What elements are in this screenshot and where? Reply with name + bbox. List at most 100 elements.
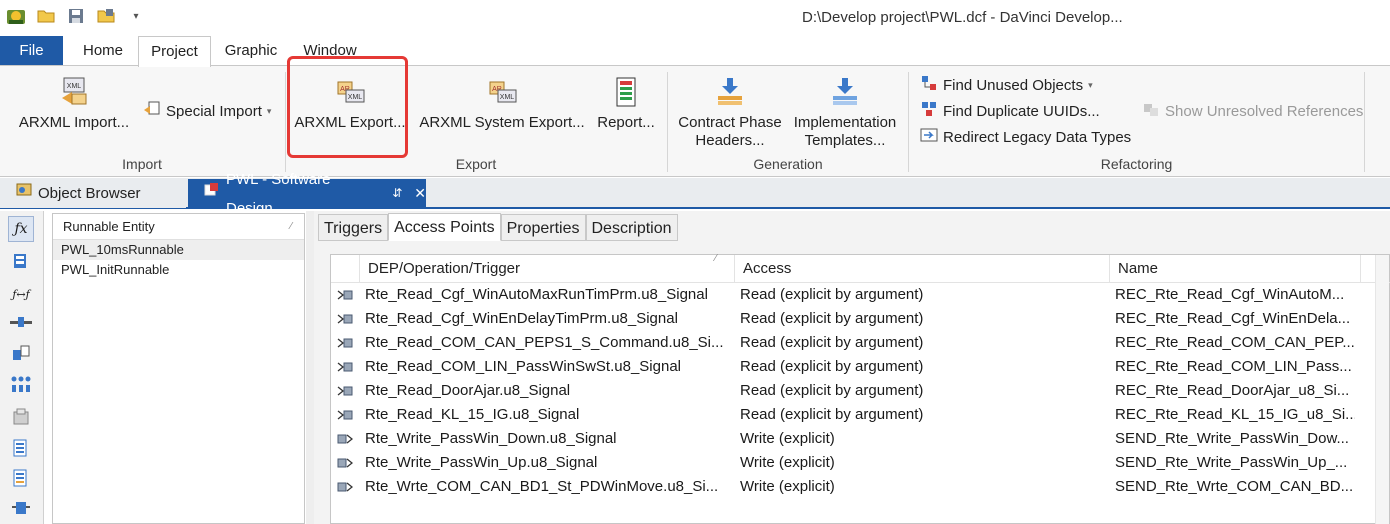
tab-project[interactable]: Project xyxy=(138,36,211,67)
sort-icon: ⁄ xyxy=(715,253,717,264)
redirect-legacy-data-types-button[interactable]: Redirect Legacy Data Types xyxy=(920,126,1131,148)
tab-object-browser[interactable]: Object Browser xyxy=(0,179,186,208)
read-port-icon xyxy=(335,331,355,355)
special-import-button[interactable]: Special Import ▾ xyxy=(143,100,271,122)
write-port-icon xyxy=(335,475,355,499)
grid-header: DEP/Operation/Trigger ⁄ Access Name xyxy=(331,253,1390,283)
package-icon[interactable] xyxy=(8,404,34,430)
generation-group-label: Generation xyxy=(753,156,823,172)
function-icon[interactable]: ƒx xyxy=(8,216,34,242)
table-row[interactable]: Rte_Write_PassWin_Down.u8_Signal Write (e… xyxy=(331,427,1390,451)
tab-properties[interactable]: Properties xyxy=(500,214,586,241)
read-port-icon xyxy=(335,283,355,307)
access-points-grid: DEP/Operation/Trigger ⁄ Access Name Rte_… xyxy=(330,253,1390,524)
find-unused-label: Find Unused Objects xyxy=(943,76,1084,94)
app-icon[interactable] xyxy=(6,6,26,26)
show-unresolved-references-button[interactable]: Show Unresolved References xyxy=(1142,100,1363,122)
table-row[interactable]: Rte_Read_COM_CAN_PEPS1_S_Command.u8_Si..… xyxy=(331,331,1390,355)
name-cell: SEND_Rte_Write_PassWin_Dow... xyxy=(1115,430,1349,447)
sort-icon: ⁄ xyxy=(290,221,292,232)
name-cell: REC_Rte_Read_COM_CAN_PEP... xyxy=(1115,334,1355,351)
list-icon[interactable] xyxy=(8,435,34,461)
find-unused-objects-button[interactable]: Find Unused Objects ▾ xyxy=(920,74,1093,96)
contract-phase-headers-button[interactable]: Contract Phase Headers... xyxy=(676,76,784,150)
open-folder-icon[interactable] xyxy=(36,6,56,26)
runnable-header-label: Runnable Entity xyxy=(63,219,155,234)
mapping-glyph: ƒ↔ƒ xyxy=(12,287,30,301)
tab-home[interactable]: Home xyxy=(70,36,136,66)
vertical-scrollbar[interactable] xyxy=(1375,255,1389,524)
dep-cell: Rte_Write_PassWin_Up.u8_Signal xyxy=(365,454,598,471)
column-header-dep[interactable]: DEP/Operation/Trigger xyxy=(359,255,734,283)
table-row[interactable]: Rte_Read_Cgf_WinAutoMaxRunTimPrm.u8_Sign… xyxy=(331,283,1390,307)
name-cell: REC_Rte_Read_DoorAjar_u8_Si... xyxy=(1115,382,1350,399)
special-import-icon xyxy=(143,100,161,122)
find-duplicate-icon xyxy=(920,100,938,122)
tab-graphic[interactable]: Graphic xyxy=(214,36,288,66)
save-icon[interactable] xyxy=(66,6,86,26)
dep-cell: Rte_Read_DoorAjar.u8_Signal xyxy=(365,382,571,399)
find-unused-icon xyxy=(920,74,938,96)
list-item[interactable]: PWL_InitRunnable xyxy=(53,260,304,280)
contract-phase-icon xyxy=(714,76,746,108)
function-mapping-icon[interactable]: ƒ↔ƒ xyxy=(8,281,34,307)
implementation-templates-button[interactable]: Implementation Templates... xyxy=(790,76,900,150)
table-row[interactable]: Rte_Write_PassWin_Up.u8_Signal Write (exp… xyxy=(331,451,1390,475)
runnable-list: Runnable Entity ⁄ PWL_10msRunnable PWL_I… xyxy=(52,213,305,524)
dep-cell: Rte_Read_Cgf_WinAutoMaxRunTimPrm.u8_Sign… xyxy=(365,286,708,303)
name-cell: REC_Rte_Read_COM_LIN_Pass... xyxy=(1115,358,1352,375)
dep-cell: Rte_Write_PassWin_Down.u8_Signal xyxy=(365,430,617,447)
column-header-name[interactable]: Name xyxy=(1109,255,1361,283)
table-row[interactable]: Rte_Wrte_COM_CAN_BD1_St_PDWinMove.u8_Si.… xyxy=(331,475,1390,499)
ribbon-tabs: File Home Project Graphic Window xyxy=(0,36,1390,67)
object-browser-label: Object Browser xyxy=(38,185,141,202)
object-browser-icon xyxy=(16,179,32,208)
implementation-templates-icon xyxy=(829,76,861,108)
arxml-import-button[interactable]: XML ARXML Import... xyxy=(16,76,132,132)
report-button[interactable]: Report... xyxy=(594,76,658,132)
tab-description[interactable]: Description xyxy=(585,214,678,241)
panel-splitter[interactable] xyxy=(306,211,314,524)
data-type-icon[interactable] xyxy=(8,341,34,367)
tab-access-points[interactable]: Access Points xyxy=(388,213,501,241)
tab-file[interactable]: File xyxy=(0,36,63,66)
access-cell: Write (explicit) xyxy=(740,454,835,471)
access-cell: Read (explicit by argument) xyxy=(740,334,924,351)
component-icon[interactable] xyxy=(8,249,34,275)
table-row[interactable]: Rte_Read_DoorAjar.u8_Signal Read (explici… xyxy=(331,379,1390,403)
quick-access-toolbar: ▾ xyxy=(6,6,146,26)
tab-pwl-software-design[interactable]: PWL - Software Design ⇵ ✕ xyxy=(188,171,426,217)
list-item[interactable]: PWL_10msRunnable xyxy=(53,240,304,260)
customize-arrow-icon[interactable]: ▾ xyxy=(126,6,146,26)
redirect-legacy-icon xyxy=(920,126,938,148)
implementation-label-1: Implementation xyxy=(793,114,897,131)
tab-triggers[interactable]: Triggers xyxy=(318,214,389,241)
access-cell: Read (explicit by argument) xyxy=(740,406,924,423)
table-row[interactable]: Rte_Read_COM_LIN_PassWinSwSt.u8_Signal Re… xyxy=(331,355,1390,379)
software-design-icon xyxy=(204,179,220,208)
name-cell: REC_Rte_Read_KL_15_IG_u8_Si... xyxy=(1115,406,1355,423)
group-separator xyxy=(1364,72,1365,172)
dropdown-arrow-icon: ▾ xyxy=(1088,79,1093,90)
bus-icon[interactable] xyxy=(8,495,34,521)
list2-icon[interactable] xyxy=(8,465,34,491)
arxml-system-export-button[interactable]: AR XML ARXML System Export... xyxy=(418,76,586,132)
runnable-list-header[interactable]: Runnable Entity ⁄ xyxy=(53,214,304,240)
access-cell: Read (explicit by argument) xyxy=(740,382,924,399)
arxml-system-export-icon: AR XML xyxy=(486,76,518,108)
table-row[interactable]: Rte_Read_Cgf_WinEnDelayTimPrm.u8_Signal R… xyxy=(331,307,1390,331)
close-icon[interactable]: ✕ xyxy=(414,179,426,208)
column-header-access[interactable]: Access xyxy=(734,255,1109,283)
arxml-export-highlight xyxy=(287,56,408,158)
port-icon[interactable] xyxy=(8,309,34,335)
pin-icon[interactable]: ⇵ xyxy=(392,179,402,208)
report-icon xyxy=(610,76,642,108)
dots-icon[interactable] xyxy=(8,371,34,397)
find-duplicate-uuids-button[interactable]: Find Duplicate UUIDs... xyxy=(920,100,1100,122)
view-toolbar: ƒx ƒ↔ƒ xyxy=(0,211,44,524)
save-as-icon[interactable] xyxy=(96,6,116,26)
name-cell: SEND_Rte_Write_PassWin_Up_... xyxy=(1115,454,1348,471)
access-cell: Read (explicit by argument) xyxy=(740,286,924,303)
contract-phase-label-2: Headers... xyxy=(695,132,765,149)
table-row[interactable]: Rte_Read_KL_15_IG.u8_Signal Read (explici… xyxy=(331,403,1390,427)
